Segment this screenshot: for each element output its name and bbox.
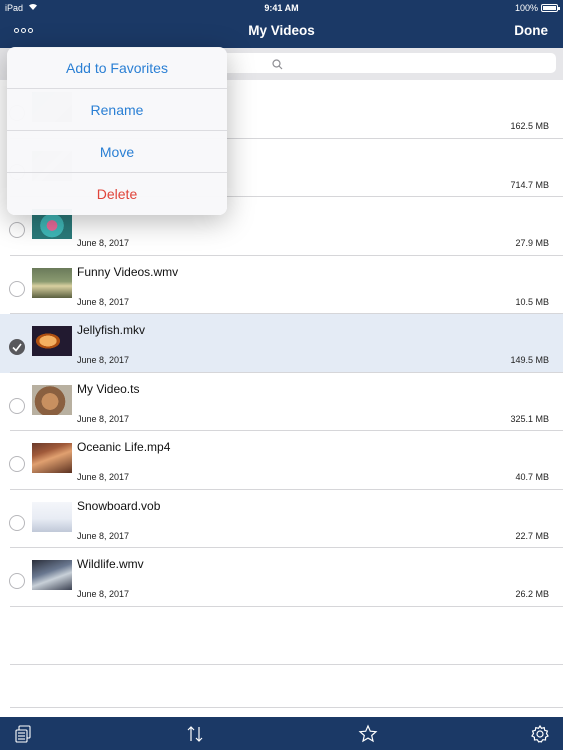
select-circle[interactable] bbox=[9, 397, 25, 414]
video-size: 714.7 MB bbox=[510, 179, 549, 190]
video-thumbnail bbox=[32, 501, 72, 532]
video-date: June 8, 2017 bbox=[77, 413, 130, 424]
video-date: June 8, 2017 bbox=[77, 589, 130, 599]
video-name: Snowboard.vob bbox=[77, 498, 161, 513]
search-icon bbox=[272, 57, 283, 75]
select-circle[interactable] bbox=[9, 280, 25, 297]
video-size: 22.7 MB bbox=[515, 530, 549, 541]
video-date: June 8, 2017 bbox=[77, 238, 130, 248]
bottom-toolbar bbox=[0, 717, 563, 750]
select-circle[interactable] bbox=[9, 339, 25, 355]
video-row[interactable]: My Video.ts June 8, 2017 325.1 MB bbox=[0, 372, 563, 431]
row-divider bbox=[10, 605, 563, 607]
video-thumbnail bbox=[32, 326, 72, 356]
empty-row-divider bbox=[10, 664, 563, 665]
empty-row-divider bbox=[10, 707, 563, 708]
video-size: 27.9 MB bbox=[515, 238, 549, 248]
video-size: 40.7 MB bbox=[515, 472, 549, 482]
video-date: June 8, 2017 bbox=[77, 472, 130, 482]
video-size: 149.5 MB bbox=[510, 355, 549, 365]
select-circle[interactable] bbox=[9, 222, 25, 238]
settings-gear-icon[interactable] bbox=[530, 724, 550, 744]
delete-menu-item[interactable]: Delete bbox=[7, 173, 227, 215]
done-button[interactable]: Done bbox=[514, 23, 548, 38]
video-thumbnail bbox=[32, 267, 72, 298]
video-size: 10.5 MB bbox=[515, 296, 549, 307]
video-size: 26.2 MB bbox=[515, 589, 549, 599]
video-row-selected[interactable]: Jellyfish.mkv June 8, 2017 149.5 MB bbox=[0, 314, 563, 373]
favorites-star-icon[interactable] bbox=[358, 724, 378, 744]
video-thumbnail bbox=[32, 384, 72, 415]
select-circle[interactable] bbox=[9, 573, 25, 589]
select-circle[interactable] bbox=[9, 456, 25, 472]
status-time: 9:41 AM bbox=[264, 3, 299, 13]
video-name: My Video.ts bbox=[77, 381, 140, 396]
video-name: Jellyfish.mkv bbox=[77, 323, 146, 337]
move-menu-item[interactable]: Move bbox=[7, 131, 227, 173]
navigation-header: iPad 9:41 AM 100% My Videos Done bbox=[0, 0, 563, 48]
video-thumbnail bbox=[32, 560, 72, 590]
video-name: Oceanic Life.mp4 bbox=[77, 440, 171, 454]
page-title: My Videos bbox=[248, 23, 315, 38]
video-size: 162.5 MB bbox=[510, 121, 549, 131]
sort-icon[interactable] bbox=[185, 724, 205, 744]
video-name: Wildlife.wmv bbox=[77, 557, 144, 571]
add-to-favorites-menu-item[interactable]: Add to Favorites bbox=[7, 47, 227, 89]
video-size: 325.1 MB bbox=[510, 413, 549, 424]
video-name: Funny Videos.wmv bbox=[77, 264, 179, 279]
checkmark-icon bbox=[12, 343, 22, 352]
files-icon[interactable] bbox=[13, 724, 33, 744]
rename-menu-item[interactable]: Rename bbox=[7, 89, 227, 131]
battery-icon bbox=[541, 4, 560, 12]
video-thumbnail bbox=[32, 443, 72, 473]
video-date: June 8, 2017 bbox=[77, 355, 130, 365]
video-row[interactable]: Wildlife.wmv June 8, 2017 26.2 MB bbox=[0, 548, 563, 607]
video-date: June 8, 2017 bbox=[77, 296, 130, 307]
battery-percent: 100% bbox=[514, 3, 538, 13]
actions-popover-menu: Add to Favorites Rename Move Delete bbox=[7, 47, 227, 215]
status-bar: iPad 9:41 AM 100% bbox=[0, 0, 563, 16]
select-circle[interactable] bbox=[9, 514, 25, 531]
video-row[interactable]: Snowboard.vob June 8, 2017 22.7 MB bbox=[0, 489, 563, 548]
video-date: June 8, 2017 bbox=[77, 530, 130, 541]
video-row[interactable]: Oceanic Life.mp4 June 8, 2017 40.7 MB bbox=[0, 431, 563, 490]
video-row[interactable]: Funny Videos.wmv June 8, 2017 10.5 MB bbox=[0, 255, 563, 314]
